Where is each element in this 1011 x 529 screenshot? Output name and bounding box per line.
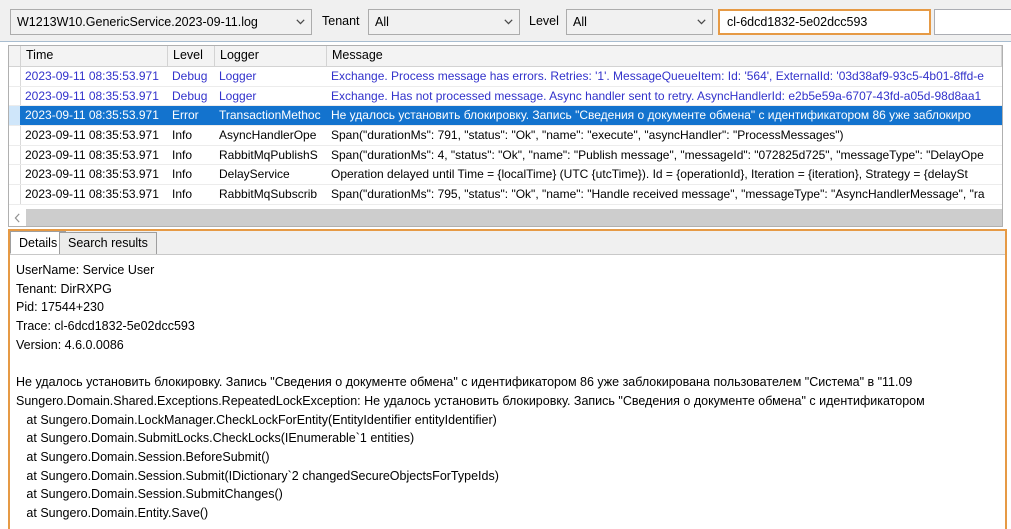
cell-message: Не удалось установить блокировку. Запись…	[327, 106, 1002, 125]
cell-logger: Logger	[215, 67, 327, 86]
table-row[interactable]: 2023-09-11 08:35:53.971InfoRabbitMqSubsc…	[9, 185, 1002, 205]
chevron-down-icon	[690, 19, 712, 25]
tab-search-results[interactable]: Search results	[59, 232, 157, 254]
cell-time: 2023-09-11 08:35:53.971	[21, 185, 168, 204]
details-tabstrip: Details Search results	[10, 231, 1005, 255]
chevron-down-icon	[497, 19, 519, 25]
tab-details[interactable]: Details	[10, 231, 66, 254]
cell-message: Span("durationMs": 795, "status": "Ok", …	[327, 185, 1002, 204]
cell-level: Info	[168, 126, 215, 145]
search-input-value: cl-6dcd1832-5e02dcc593	[720, 15, 867, 29]
details-line: Trace: cl-6dcd1832-5e02dcc593	[16, 317, 1005, 336]
row-header-cell[interactable]	[9, 165, 21, 184]
scrollbar-thumb[interactable]	[26, 209, 1002, 226]
details-line: Pid: 17544+230	[16, 298, 1005, 317]
table-row[interactable]: 2023-09-11 08:35:53.971InfoAsyncHandlerO…	[9, 126, 1002, 146]
details-line: Tenant: DirRXPG	[16, 280, 1005, 299]
details-line: at Sungero.Domain.SubmitLocks.CheckLocks…	[16, 429, 1005, 448]
row-header-cell[interactable]	[9, 67, 21, 86]
tenant-select-value: All	[369, 15, 497, 29]
details-line: at Sungero.Domain.Session.BeforeSubmit()	[16, 448, 1005, 467]
log-file-select[interactable]: W1213W10.GenericService.2023-09-11.log	[10, 9, 312, 35]
cell-logger: TransactionMethoc	[215, 106, 327, 125]
cell-time: 2023-09-11 08:35:53.971	[21, 87, 168, 106]
details-line: at Sungero.Domain.LockManager.CheckLockF…	[16, 411, 1005, 430]
log-file-select-value: W1213W10.GenericService.2023-09-11.log	[11, 15, 289, 29]
table-row[interactable]: 2023-09-11 08:35:53.971InfoDelayServiceO…	[9, 165, 1002, 185]
scroll-left-arrow-icon[interactable]	[9, 209, 26, 226]
details-line: at Sungero.Domain.Session.SubmitChanges(…	[16, 485, 1005, 504]
details-line: Sungero.Domain.Shared.Exceptions.Repeate…	[16, 392, 1005, 411]
details-line: at Sungero.Domain.Entity.Save()	[16, 504, 1005, 523]
column-header-level[interactable]: Level	[168, 46, 215, 66]
horizontal-scrollbar[interactable]	[9, 209, 1002, 226]
cell-time: 2023-09-11 08:35:53.971	[21, 67, 168, 86]
cell-time: 2023-09-11 08:35:53.971	[21, 146, 168, 165]
table-row[interactable]: 2023-09-11 08:35:53.971DebugLoggerExchan…	[9, 67, 1002, 87]
cell-level: Error	[168, 106, 215, 125]
row-header-cell[interactable]	[9, 106, 21, 125]
cell-logger: RabbitMqSubscrib	[215, 185, 327, 204]
cell-logger: RabbitMqPublishS	[215, 146, 327, 165]
table-body: 2023-09-11 08:35:53.971DebugLoggerExchan…	[9, 67, 1002, 205]
table-row[interactable]: 2023-09-11 08:35:53.971DebugLoggerExchan…	[9, 87, 1002, 107]
level-label: Level	[529, 14, 559, 28]
table-row[interactable]: 2023-09-11 08:35:53.971InfoRabbitMqPubli…	[9, 146, 1002, 166]
table-row[interactable]: 2023-09-11 08:35:53.971ErrorTransactionM…	[9, 106, 1002, 126]
cell-level: Debug	[168, 87, 215, 106]
secondary-filter-input[interactable]	[934, 9, 1011, 35]
details-line: UserName: Service User	[16, 261, 1005, 280]
cell-time: 2023-09-11 08:35:53.971	[21, 126, 168, 145]
cell-level: Info	[168, 165, 215, 184]
details-line: Version: 4.6.0.0086	[16, 336, 1005, 355]
cell-logger: Logger	[215, 87, 327, 106]
details-text-area[interactable]: UserName: Service UserTenant: DirRXPGPid…	[10, 255, 1005, 529]
cell-message: Operation delayed until Time = {localTim…	[327, 165, 1002, 184]
cell-time: 2023-09-11 08:35:53.971	[21, 165, 168, 184]
row-header-cell[interactable]	[9, 146, 21, 165]
row-header-cell[interactable]	[9, 87, 21, 106]
row-header-corner	[9, 46, 21, 66]
chevron-down-icon	[289, 19, 311, 25]
cell-message: Exchange. Has not processed message. Asy…	[327, 87, 1002, 106]
table-header-row: Time Level Logger Message	[9, 46, 1002, 67]
level-select-value: All	[567, 15, 690, 29]
cell-message: Exchange. Process message has errors. Re…	[327, 67, 1002, 86]
details-line: Не удалось установить блокировку. Запись…	[16, 373, 1005, 392]
cell-level: Info	[168, 185, 215, 204]
tenant-label: Tenant	[322, 14, 360, 28]
details-line	[16, 354, 1005, 373]
column-header-time[interactable]: Time	[21, 46, 168, 66]
cell-message: Span("durationMs": 4, "status": "Ok", "n…	[327, 146, 1002, 165]
cell-logger: AsyncHandlerOpe	[215, 126, 327, 145]
search-input[interactable]: cl-6dcd1832-5e02dcc593	[718, 9, 931, 35]
log-table: Time Level Logger Message 2023-09-11 08:…	[8, 45, 1003, 227]
cell-time: 2023-09-11 08:35:53.971	[21, 106, 168, 125]
column-header-logger[interactable]: Logger	[215, 46, 327, 66]
top-toolbar: W1213W10.GenericService.2023-09-11.log T…	[0, 0, 1011, 42]
cell-message: Span("durationMs": 791, "status": "Ok", …	[327, 126, 1002, 145]
row-header-cell[interactable]	[9, 126, 21, 145]
cell-level: Debug	[168, 67, 215, 86]
level-select[interactable]: All	[566, 9, 713, 35]
tenant-select[interactable]: All	[368, 9, 520, 35]
cell-logger: DelayService	[215, 165, 327, 184]
row-header-cell[interactable]	[9, 185, 21, 204]
details-line: at Sungero.Domain.Session.Submit(IDictio…	[16, 467, 1005, 486]
cell-level: Info	[168, 146, 215, 165]
details-panel: Details Search results UserName: Service…	[8, 229, 1007, 529]
column-header-message[interactable]: Message	[327, 46, 1002, 66]
